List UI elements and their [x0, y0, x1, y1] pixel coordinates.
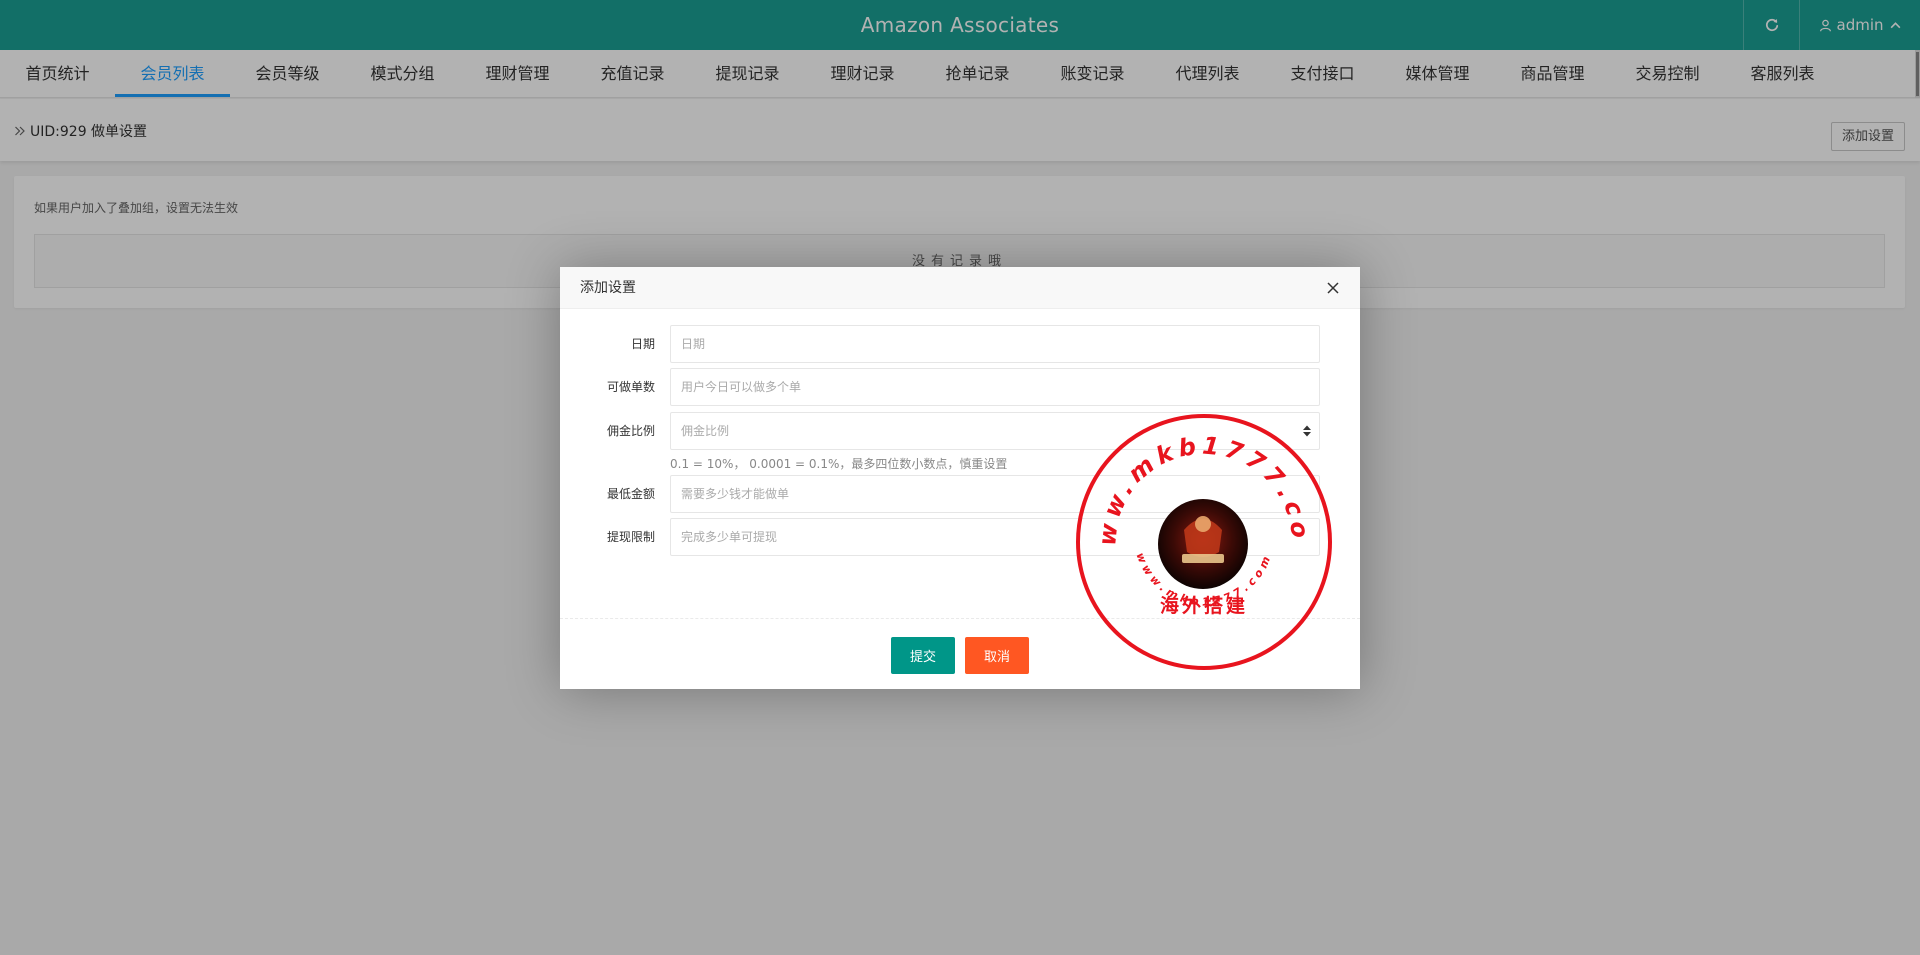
submit-button[interactable]: 提交: [891, 637, 955, 674]
form-row-withdraw-limit: 提现限制: [560, 518, 1360, 556]
min-amount-label: 最低金额: [606, 487, 655, 501]
dialog-body: 日期 可做单数 佣金比例 0.1 = 10%， 0.0001 = 0.1%，最多…: [560, 309, 1360, 619]
form-row-order-count: 可做单数: [560, 368, 1360, 406]
number-spinner-icon[interactable]: [1302, 424, 1312, 438]
cancel-button[interactable]: 取消: [965, 637, 1029, 674]
commission-rate-input[interactable]: [670, 412, 1320, 450]
date-input[interactable]: [670, 325, 1320, 363]
dialog-header: 添加设置: [560, 267, 1360, 309]
min-amount-input[interactable]: [670, 475, 1320, 513]
order-count-label: 可做单数: [606, 380, 655, 394]
close-icon[interactable]: [1326, 281, 1340, 295]
form-row-min-amount: 最低金额: [560, 475, 1360, 513]
add-setting-dialog: 添加设置 日期 可做单数 佣金比例 0.1 = 10%， 0.0001 = 0.…: [560, 267, 1360, 689]
dialog-title: 添加设置: [580, 280, 636, 296]
order-count-input[interactable]: [670, 368, 1320, 406]
dialog-footer: 提交 取消: [560, 619, 1360, 689]
form-row-date: 日期: [560, 325, 1360, 363]
commission-rate-hint: 0.1 = 10%， 0.0001 = 0.1%，最多四位数小数点，慎重设置: [670, 457, 1008, 471]
date-label: 日期: [630, 337, 655, 351]
withdraw-limit-label: 提现限制: [606, 530, 655, 544]
form-row-commission-rate: 佣金比例: [560, 412, 1360, 450]
commission-rate-label: 佣金比例: [606, 424, 655, 438]
withdraw-limit-input[interactable]: [670, 518, 1320, 556]
